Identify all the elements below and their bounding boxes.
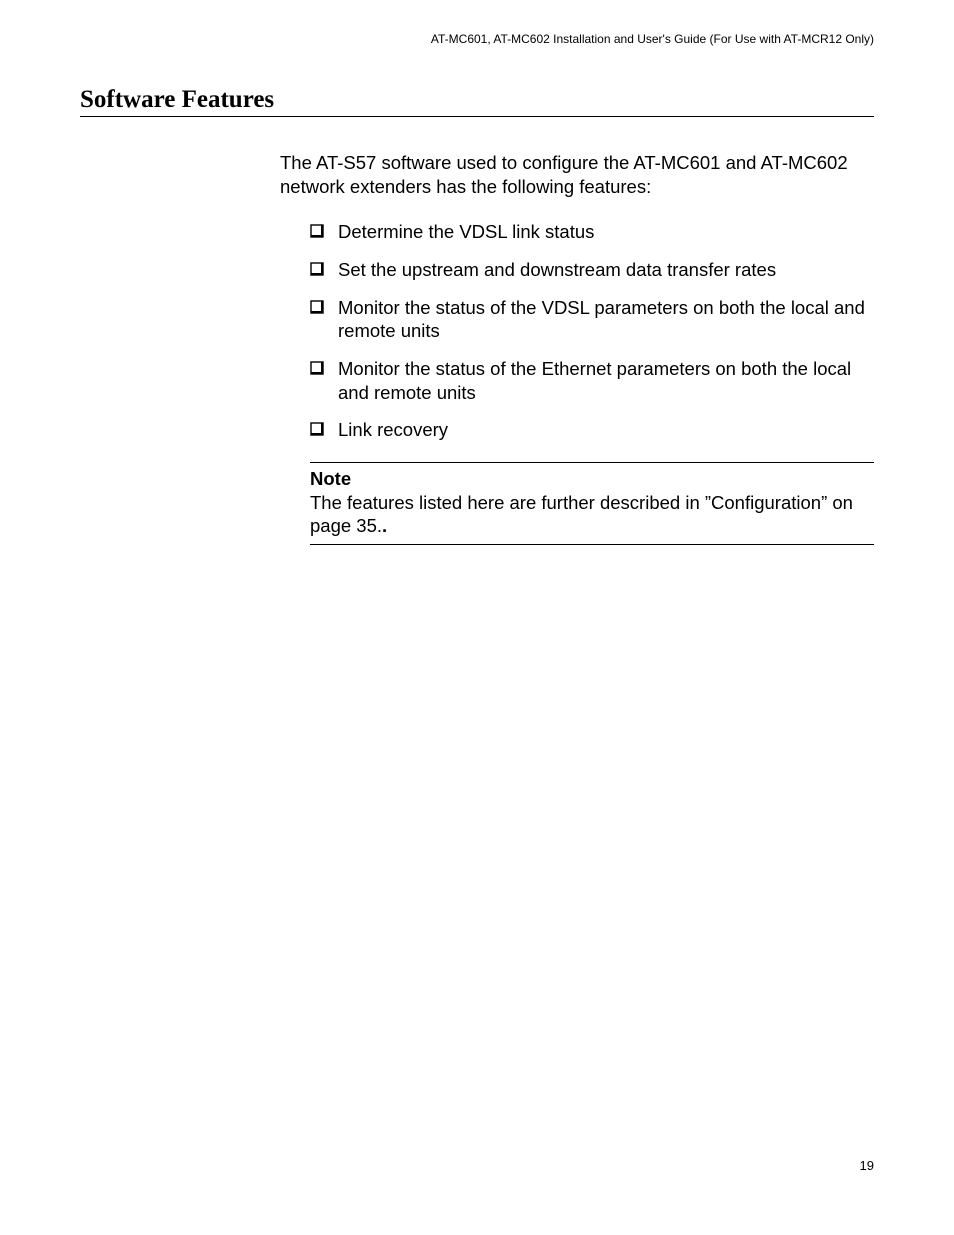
list-item-text: Determine the VDSL link status: [338, 220, 594, 244]
list-item: Set the upstream and downstream data tra…: [280, 258, 874, 282]
section-title: Software Features: [80, 86, 874, 117]
list-item-text: Monitor the status of the Ethernet param…: [338, 357, 874, 404]
list-item-text: Link recovery: [338, 418, 448, 442]
list-item: Link recovery: [280, 418, 874, 442]
note-text: The features listed here are further des…: [310, 491, 874, 538]
feature-list: Determine the VDSL link status Set the u…: [280, 220, 874, 442]
list-item: Determine the VDSL link status: [280, 220, 874, 244]
checkbox-icon: [310, 422, 324, 436]
list-item: Monitor the status of the VDSL parameter…: [280, 296, 874, 343]
list-item-text: Set the upstream and downstream data tra…: [338, 258, 776, 282]
page-number: 19: [860, 1158, 874, 1173]
checkbox-icon: [310, 361, 324, 375]
running-header: AT-MC601, AT-MC602 Installation and User…: [80, 32, 874, 46]
intro-paragraph: The AT-S57 software used to configure th…: [280, 151, 874, 198]
checkbox-icon: [310, 262, 324, 276]
note-box: Note The features listed here are furthe…: [310, 462, 874, 545]
note-label: Note: [310, 467, 874, 491]
checkbox-icon: [310, 300, 324, 314]
list-item: Monitor the status of the Ethernet param…: [280, 357, 874, 404]
list-item-text: Monitor the status of the VDSL parameter…: [338, 296, 874, 343]
checkbox-icon: [310, 224, 324, 238]
